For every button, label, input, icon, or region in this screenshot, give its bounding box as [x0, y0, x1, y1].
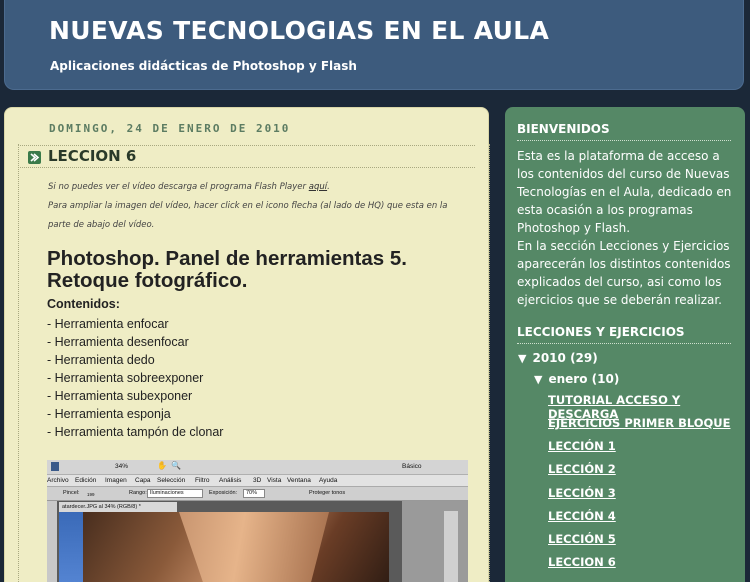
ps-exposure-label: Exposición: [209, 490, 238, 496]
welcome-paragraph-2: En la sección Lecciones y Ejercicios apa… [517, 239, 731, 307]
post-title[interactable]: LECCION 6 [48, 147, 136, 165]
welcome-text: Esta es la plataforma de acceso a los co… [517, 147, 739, 309]
archive-link[interactable]: LECCIÓN 4 [548, 509, 616, 523]
archive-year[interactable]: ▼ 2010 (29) [518, 351, 598, 365]
archive-link[interactable]: LECCIÓN 2 [548, 462, 616, 476]
flash-note: Si no puedes ver el vídeo descarga el pr… [48, 182, 330, 192]
ps-canvas-image [59, 512, 389, 582]
welcome-title: BIENVENIDOS [517, 122, 731, 141]
tool-list: - Herramienta enfocar - Herramienta dese… [47, 315, 223, 441]
ps-menu-item: Capa [135, 477, 151, 484]
list-item: - Herramienta subexponer [47, 389, 193, 403]
ps-app-bar: 34% ✋ 🔍 Básico [47, 460, 468, 475]
ps-menu-item: Filtro [195, 477, 210, 484]
year-count: (29) [570, 351, 598, 365]
ps-menu-bar: Archivo Edición Imagen Capa Selección Fi… [47, 475, 468, 487]
ps-protect-label: Proteger tonos [309, 490, 346, 496]
ps-brush-label: Pincel: [63, 490, 80, 496]
ps-canvas-arch [179, 512, 329, 582]
list-item: - Herramienta dedo [47, 353, 155, 367]
ps-range-value: Iluminaciones [150, 490, 184, 496]
ps-menu-item: Ventana [287, 477, 311, 484]
arrow-right-icon [28, 151, 41, 164]
ps-menu-item: Ayuda [319, 477, 338, 484]
ps-range-label: Rango: [129, 490, 147, 496]
ps-logo-icon [51, 462, 59, 471]
archive-link[interactable]: EJERCICIOS PRIMER BLOQUE [548, 416, 731, 430]
ps-document-tab: atardecer.JPG al 34% (RGB/8) * [59, 502, 177, 512]
year-label[interactable]: 2010 [532, 351, 565, 365]
list-item: - Herramienta esponja [47, 407, 171, 421]
archive-link[interactable]: LECCIÓN 1 [548, 439, 616, 453]
ps-tools-panel [47, 501, 57, 582]
ps-panel-strip [444, 511, 458, 582]
ps-exposure-field: 70% [243, 489, 265, 498]
hand-icon: ✋ [157, 461, 167, 470]
list-item: - Herramienta sobreexponer [47, 371, 204, 385]
blog-title[interactable]: NUEVAS TECNOLOGIAS EN EL AULA [49, 16, 549, 45]
ps-workspace: Básico [402, 463, 422, 470]
month-count: (10) [591, 372, 620, 386]
ps-brush-size: 199 [87, 492, 95, 497]
blog-description: Aplicaciones didácticas de Photoshop y F… [50, 59, 357, 73]
ps-range-select: Iluminaciones [147, 489, 203, 498]
list-item: - Herramienta enfocar [47, 317, 169, 331]
list-item: - Herramienta tampón de clonar [47, 425, 224, 439]
archive-link[interactable]: LECCION 6 [548, 555, 616, 569]
zoom-tool-icon: 🔍 [171, 461, 181, 470]
main-column: DOMINGO, 24 DE ENERO DE 2010 LECCION 6 S… [4, 107, 490, 582]
list-item: - Herramienta desenfocar [47, 335, 189, 349]
post-title-row: LECCION 6 [18, 145, 475, 168]
contents-label: Contenidos: [47, 297, 120, 311]
ps-menu-item: 3D [253, 477, 262, 484]
ps-menu-item: Archivo [47, 477, 69, 484]
ps-menu-item: Selección [157, 477, 186, 484]
welcome-paragraph-1: Esta es la plataforma de acceso a los co… [517, 149, 732, 235]
ps-menu-item: Vista [267, 477, 282, 484]
archive-month[interactable]: ▼ enero (10) [534, 372, 619, 386]
flash-note-text: Si no puedes ver el vídeo descarga el pr… [48, 182, 309, 192]
zoom-note-line2: parte de abajo del vídeo. [48, 220, 155, 230]
archive-title: LECCIONES Y EJERCICIOS [517, 325, 731, 344]
zoom-note-line1: Para ampliar la imagen del vídeo, hacer … [48, 201, 448, 211]
flash-note-end: . [327, 182, 330, 192]
sidebar: BIENVENIDOS Esta es la plataforma de acc… [505, 107, 745, 582]
flash-download-link[interactable]: aquí [309, 182, 327, 192]
triangle-down-icon[interactable]: ▼ [518, 352, 526, 365]
photoshop-screenshot[interactable]: 34% ✋ 🔍 Básico Archivo Edición Imagen Ca… [47, 460, 468, 582]
ps-menu-item: Imagen [105, 477, 127, 484]
ps-exposure-value: 70% [246, 490, 258, 496]
ps-canvas-sky [59, 512, 83, 582]
blog-header: NUEVAS TECNOLOGIAS EN EL AULA Aplicacion… [4, 0, 744, 90]
month-label[interactable]: enero [548, 372, 587, 386]
lesson-heading: Photoshop. Panel de herramientas 5. Reto… [47, 247, 407, 292]
archive-link[interactable]: LECCIÓN 3 [548, 486, 616, 500]
ps-right-panel [402, 501, 468, 582]
triangle-down-icon[interactable]: ▼ [534, 373, 542, 386]
ps-menu-item: Análisis [219, 477, 242, 484]
ps-options-bar: Pincel: 199 Rango: Iluminaciones Exposic… [47, 487, 468, 501]
ps-menu-item: Edición [75, 477, 97, 484]
archive-link[interactable]: LECCIÓN 5 [548, 532, 616, 546]
ps-zoom: 34% [115, 463, 129, 470]
date-header: DOMINGO, 24 DE ENERO DE 2010 [49, 122, 291, 135]
